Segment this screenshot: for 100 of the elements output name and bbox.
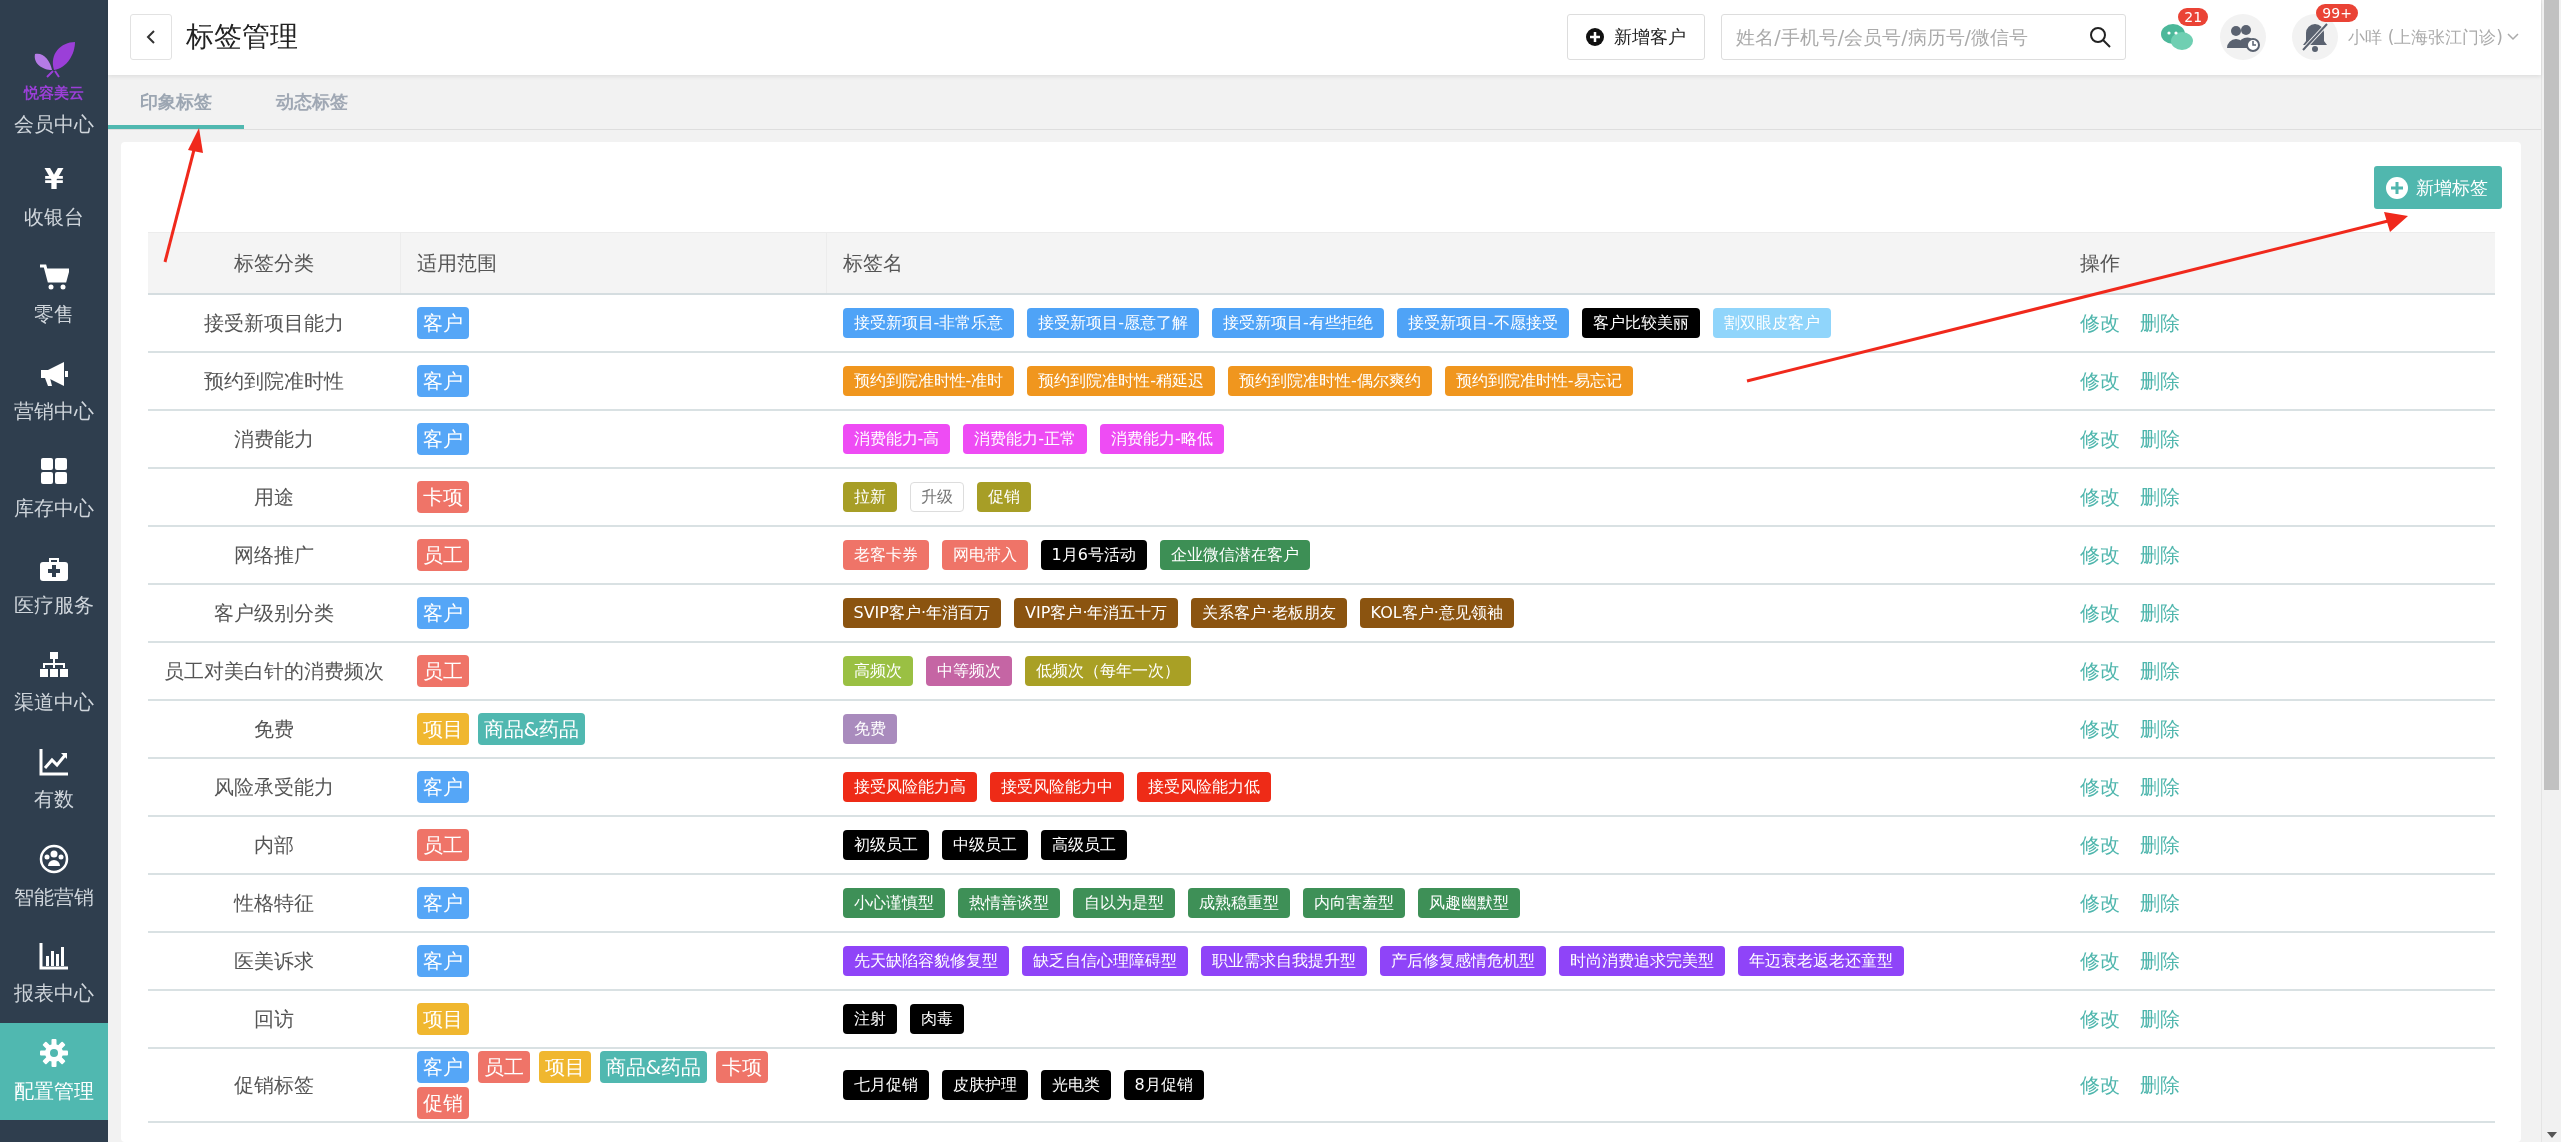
action-link[interactable]: 修改 <box>2080 484 2120 509</box>
action-link[interactable]: 修改 <box>2080 542 2120 567</box>
sidebar-item[interactable]: 渠道中心 <box>0 635 108 732</box>
action-link[interactable]: 修改 <box>2080 832 2120 857</box>
sidebar-item-label: 医疗服务 <box>14 592 94 619</box>
line-chart-icon <box>39 748 69 776</box>
sidebar-item[interactable]: 报表中心 <box>0 926 108 1023</box>
action-link[interactable]: 删除 <box>2140 1006 2180 1031</box>
tag-badge: 升级 <box>909 482 964 512</box>
tag-badge: VIP客户·年消五十万 <box>1014 598 1179 628</box>
action-link[interactable]: 删除 <box>2140 310 2180 335</box>
tag-badge: 预约到院准时性-准时 <box>842 366 1015 396</box>
scope-badge: 促销 <box>416 1087 469 1119</box>
chat-icon <box>2160 22 2195 53</box>
action-link[interactable]: 修改 <box>2080 368 2120 393</box>
add-tag-button[interactable]: 新增标签 <box>2374 166 2502 209</box>
action-link[interactable]: 修改 <box>2080 1072 2120 1097</box>
tag-badge: KOL客户·意见领袖 <box>1359 598 1514 628</box>
category-cell: 消费能力 <box>148 410 401 468</box>
action-link[interactable]: 删除 <box>2140 774 2180 799</box>
sidebar-item[interactable]: 营销中心 <box>0 344 108 441</box>
action-link[interactable]: 删除 <box>2140 948 2180 973</box>
sidebar-item-label: 渠道中心 <box>14 689 94 716</box>
scrollbar-thumb[interactable] <box>2544 0 2559 790</box>
tag-badge: 成熟稳重型 <box>1187 888 1290 918</box>
cart-icon <box>39 263 69 291</box>
page-title: 标签管理 <box>186 19 298 56</box>
column-header: 操作 <box>2064 232 2495 294</box>
tab[interactable]: 动态标签 <box>244 74 380 129</box>
category-cell: 接受新项目能力 <box>148 294 401 352</box>
user-menu[interactable]: 小咩 (上海张江门诊) <box>2348 25 2519 49</box>
tag-badge: 消费能力-正常 <box>963 424 1088 454</box>
tag-badge: SVIP客户·年消百万 <box>842 598 1002 628</box>
sidebar-item-label: 配置管理 <box>14 1078 94 1105</box>
action-link[interactable]: 删除 <box>2140 426 2180 451</box>
scroll-down-icon[interactable] <box>2547 1132 2557 1138</box>
action-link[interactable]: 删除 <box>2140 832 2180 857</box>
action-link[interactable]: 删除 <box>2140 716 2180 741</box>
tag-badge: 老客卡券 <box>842 540 929 570</box>
count-badge: 99+ <box>2316 4 2358 23</box>
action-link[interactable]: 删除 <box>2140 600 2180 625</box>
tag-badge: 消费能力-略低 <box>1100 424 1224 454</box>
tag-badge: 接受新项目-有些拒绝 <box>1212 308 1384 338</box>
action-link[interactable]: 删除 <box>2140 542 2180 567</box>
tag-badge: 接受风险能力低 <box>1136 772 1271 802</box>
new-customer-button[interactable]: 新增客户 <box>1567 14 1706 61</box>
action-link[interactable]: 修改 <box>2080 600 2120 625</box>
plus-circle-icon <box>1586 28 1605 47</box>
sidebar-item[interactable]: 库存中心 <box>0 441 108 538</box>
count-badge: 21 <box>2178 8 2209 27</box>
action-link[interactable]: 修改 <box>2080 310 2120 335</box>
tag-badge: 预约到院准时性-稍延迟 <box>1027 366 1216 396</box>
action-link[interactable]: 删除 <box>2140 368 2180 393</box>
sidebar-item[interactable]: 配置管理 <box>0 1023 108 1120</box>
action-link[interactable]: 删除 <box>2140 658 2180 683</box>
tag-badge: 关系客户·老板朋友 <box>1191 598 1347 628</box>
action-link[interactable]: 修改 <box>2080 426 2120 451</box>
search-icon <box>2089 26 2112 49</box>
sidebar-item[interactable]: 零售 <box>0 247 108 344</box>
action-link[interactable]: 修改 <box>2080 890 2120 915</box>
sidebar-item-label: 零售 <box>34 301 74 328</box>
action-link[interactable]: 修改 <box>2080 658 2120 683</box>
scope-badge: 客户 <box>416 887 469 919</box>
scrollbar[interactable] <box>2541 0 2561 1142</box>
gear-icon <box>39 1038 69 1068</box>
sidebar-item[interactable]: 医疗服务 <box>0 538 108 635</box>
action-link[interactable]: 修改 <box>2080 774 2120 799</box>
sidebar-item[interactable]: 会员中心 <box>0 105 108 150</box>
category-cell: 回访 <box>148 990 401 1048</box>
tab[interactable]: 印象标签 <box>108 74 244 129</box>
sidebar-item[interactable]: ¥ 收银台 <box>0 150 108 247</box>
action-link[interactable]: 删除 <box>2140 890 2180 915</box>
org-chart-icon <box>39 651 69 679</box>
tag-badge: 皮肤护理 <box>941 1070 1028 1100</box>
action-link[interactable]: 删除 <box>2140 484 2180 509</box>
tag-badge: 8月促销 <box>1123 1070 1204 1100</box>
tag-badge: 高级员工 <box>1040 830 1127 860</box>
sidebar-item[interactable]: 智能营销 <box>0 829 108 926</box>
sidebar-item-label: 会员中心 <box>14 111 94 138</box>
grid-icon <box>40 457 68 485</box>
scope-badge: 员工 <box>416 655 469 687</box>
tag-badge: 热情善谈型 <box>957 888 1060 918</box>
sidebar-item-label: 营销中心 <box>14 398 94 425</box>
action-link[interactable]: 修改 <box>2080 716 2120 741</box>
brand-name: 悦容美云 <box>24 84 84 103</box>
scope-badge: 项目 <box>416 713 469 745</box>
search-box[interactable]: 姓名/手机号/会员号/病历号/微信号 <box>1721 14 2127 61</box>
scope-badge: 商品&药品 <box>477 713 586 745</box>
category-cell: 预约到院准时性 <box>148 352 401 410</box>
sidebar-item-label: 报表中心 <box>14 980 94 1007</box>
tag-badge: 接受新项目-非常乐意 <box>842 308 1015 338</box>
action-link[interactable]: 修改 <box>2080 948 2120 973</box>
sidebar-item-label: 收银台 <box>24 204 84 231</box>
sidebar-item-label: 库存中心 <box>14 495 94 522</box>
people-circle-icon <box>39 844 69 874</box>
category-cell: 医美诉求 <box>148 932 401 990</box>
action-link[interactable]: 修改 <box>2080 1006 2120 1031</box>
action-link[interactable]: 删除 <box>2140 1072 2180 1097</box>
sidebar-item[interactable]: 有数 <box>0 732 108 829</box>
scope-badge: 商品&药品 <box>599 1051 708 1083</box>
